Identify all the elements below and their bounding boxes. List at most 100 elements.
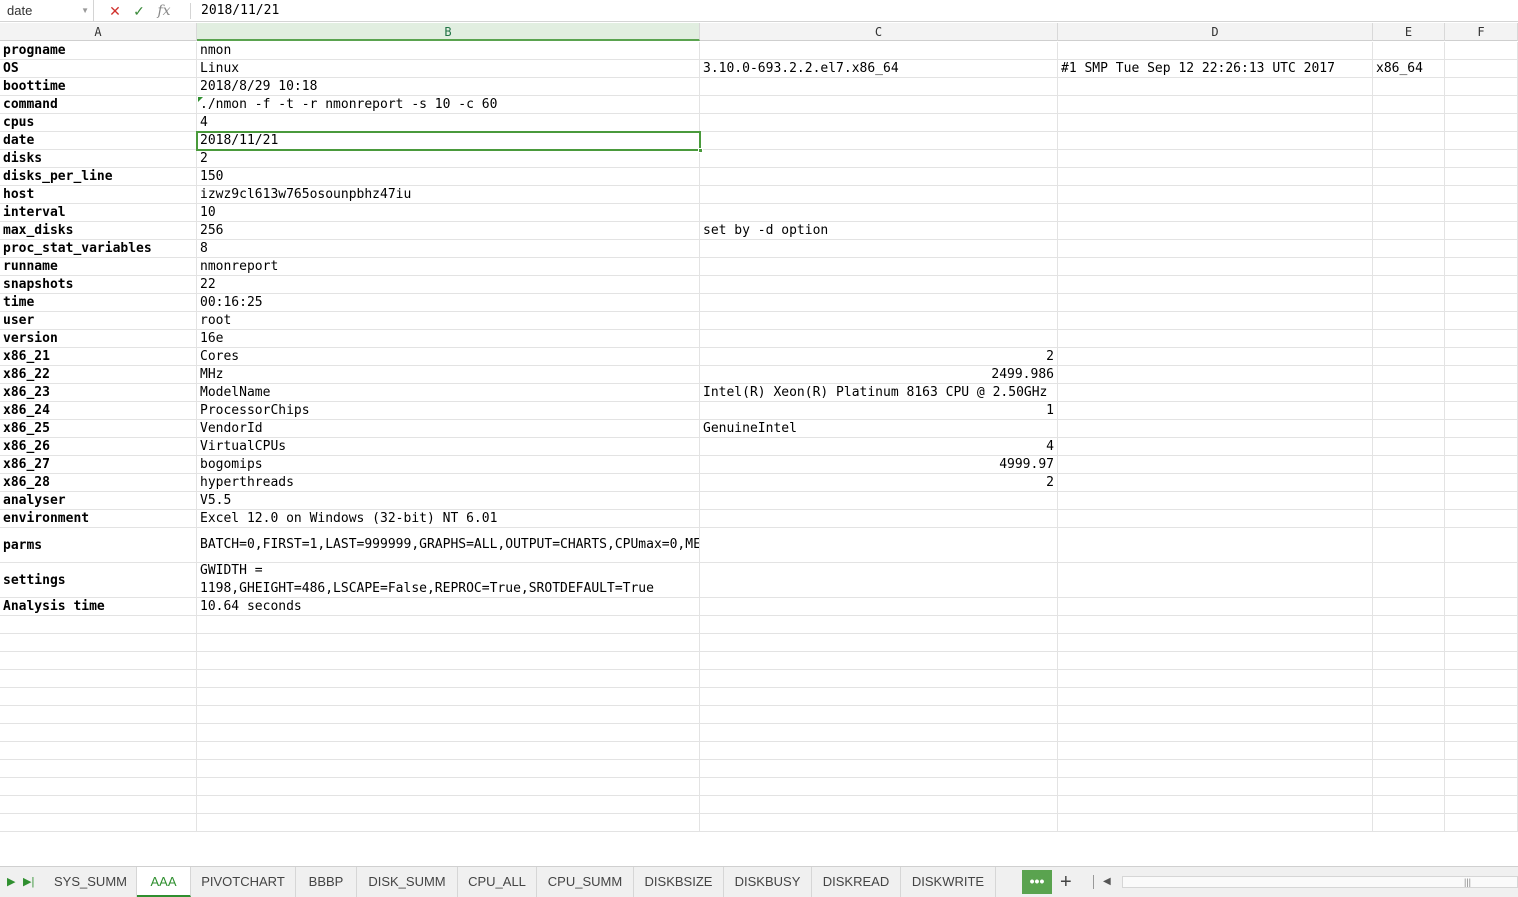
cell-a[interactable]: x86_26 bbox=[0, 438, 197, 455]
empty-cell[interactable] bbox=[0, 670, 197, 687]
cell-d[interactable] bbox=[1058, 456, 1373, 473]
cell-f[interactable] bbox=[1445, 204, 1518, 221]
cell-b[interactable]: V5.5 bbox=[197, 492, 700, 509]
cell-e[interactable] bbox=[1373, 528, 1445, 562]
empty-cell[interactable] bbox=[1445, 652, 1518, 669]
tab-pivotchart[interactable]: PIVOTCHART bbox=[191, 867, 296, 897]
cell-b[interactable]: BATCH=0,FIRST=1,LAST=999999,GRAPHS=ALL,O… bbox=[197, 528, 700, 562]
cell-d[interactable] bbox=[1058, 186, 1373, 203]
cell-e[interactable] bbox=[1373, 384, 1445, 401]
empty-cell[interactable] bbox=[0, 724, 197, 741]
cell-a[interactable]: snapshots bbox=[0, 276, 197, 293]
cell-d[interactable] bbox=[1058, 384, 1373, 401]
cell-b[interactable]: VendorId bbox=[197, 420, 700, 437]
cell-f[interactable] bbox=[1445, 294, 1518, 311]
cell-e[interactable] bbox=[1373, 132, 1445, 149]
empty-cell[interactable] bbox=[1058, 616, 1373, 633]
cell-f[interactable] bbox=[1445, 563, 1518, 597]
cell-b[interactable]: ./nmon -f -t -r nmonreport -s 10 -c 60 bbox=[197, 96, 700, 113]
empty-cell[interactable] bbox=[197, 688, 700, 705]
cell-c[interactable] bbox=[700, 492, 1058, 509]
cell-c[interactable] bbox=[700, 240, 1058, 257]
empty-cell[interactable] bbox=[1445, 724, 1518, 741]
add-sheet-button[interactable]: + bbox=[1060, 867, 1072, 897]
empty-cell[interactable] bbox=[197, 634, 700, 651]
cell-b[interactable]: ModelName bbox=[197, 384, 700, 401]
cell-f[interactable] bbox=[1445, 420, 1518, 437]
cell-c[interactable]: 2499.986 bbox=[700, 366, 1058, 383]
empty-cell[interactable] bbox=[0, 742, 197, 759]
cell-d[interactable] bbox=[1058, 563, 1373, 597]
cell-f[interactable] bbox=[1445, 42, 1518, 59]
cell-a[interactable]: cpus bbox=[0, 114, 197, 131]
cell-f[interactable] bbox=[1445, 258, 1518, 275]
cell-f[interactable] bbox=[1445, 528, 1518, 562]
cell-c[interactable] bbox=[700, 168, 1058, 185]
tab-cpu-all[interactable]: CPU_ALL bbox=[458, 867, 537, 897]
cell-b[interactable]: 2018/8/29 10:18 bbox=[197, 78, 700, 95]
cell-a[interactable]: time bbox=[0, 294, 197, 311]
empty-cell[interactable] bbox=[1445, 616, 1518, 633]
cell-a[interactable]: settings bbox=[0, 563, 197, 597]
cell-d[interactable] bbox=[1058, 492, 1373, 509]
cell-f[interactable] bbox=[1445, 60, 1518, 77]
empty-cell[interactable] bbox=[0, 796, 197, 813]
cell-d[interactable] bbox=[1058, 78, 1373, 95]
tab-diskbsize[interactable]: DISKBSIZE bbox=[634, 867, 724, 897]
empty-cell[interactable] bbox=[1058, 652, 1373, 669]
error-indicator-icon[interactable] bbox=[198, 97, 203, 102]
empty-cell[interactable] bbox=[1058, 634, 1373, 651]
empty-cell[interactable] bbox=[1058, 742, 1373, 759]
cell-e[interactable] bbox=[1373, 312, 1445, 329]
cell-f[interactable] bbox=[1445, 456, 1518, 473]
cell-c[interactable] bbox=[700, 114, 1058, 131]
cell-f[interactable] bbox=[1445, 384, 1518, 401]
cell-a[interactable]: disks_per_line bbox=[0, 168, 197, 185]
cell-e[interactable] bbox=[1373, 474, 1445, 491]
cell-c[interactable] bbox=[700, 150, 1058, 167]
empty-cell[interactable] bbox=[1373, 616, 1445, 633]
cell-e[interactable] bbox=[1373, 510, 1445, 527]
chevron-down-icon[interactable]: ▼ bbox=[81, 0, 89, 22]
cell-c[interactable]: 2 bbox=[700, 348, 1058, 365]
next-sheet-icon[interactable]: ▶ bbox=[7, 867, 15, 897]
cell-f[interactable] bbox=[1445, 312, 1518, 329]
empty-cell[interactable] bbox=[1058, 778, 1373, 795]
insert-function-icon[interactable]: fx bbox=[155, 0, 173, 22]
empty-cell[interactable] bbox=[197, 652, 700, 669]
tab-diskread[interactable]: DISKREAD bbox=[812, 867, 901, 897]
tab-sys-summ[interactable]: SYS_SUMM bbox=[45, 867, 137, 897]
empty-cell[interactable] bbox=[197, 760, 700, 777]
cell-b[interactable]: bogomips bbox=[197, 456, 700, 473]
cell-f[interactable] bbox=[1445, 474, 1518, 491]
cell-d[interactable] bbox=[1058, 294, 1373, 311]
cell-d[interactable] bbox=[1058, 168, 1373, 185]
cell-b[interactable]: GWIDTH = 1198,GHEIGHT=486,LSCAPE=False,R… bbox=[197, 563, 700, 597]
cell-e[interactable] bbox=[1373, 150, 1445, 167]
cell-a[interactable]: date bbox=[0, 132, 197, 149]
cell-e[interactable] bbox=[1373, 438, 1445, 455]
cell-b[interactable]: MHz bbox=[197, 366, 700, 383]
cell-c[interactable]: set by -d option bbox=[700, 222, 1058, 239]
empty-cell[interactable] bbox=[197, 742, 700, 759]
cell-e[interactable] bbox=[1373, 492, 1445, 509]
tab-diskbusy[interactable]: DISKBUSY bbox=[724, 867, 812, 897]
cell-b[interactable]: nmonreport bbox=[197, 258, 700, 275]
cell-e[interactable] bbox=[1373, 402, 1445, 419]
cell-c[interactable] bbox=[700, 132, 1058, 149]
empty-cell[interactable] bbox=[1058, 670, 1373, 687]
cell-f[interactable] bbox=[1445, 150, 1518, 167]
cell-c[interactable] bbox=[700, 294, 1058, 311]
empty-cell[interactable] bbox=[700, 724, 1058, 741]
name-box[interactable]: date ▼ bbox=[0, 0, 94, 22]
cell-c[interactable] bbox=[700, 598, 1058, 615]
cell-a[interactable]: proc_stat_variables bbox=[0, 240, 197, 257]
empty-cell[interactable] bbox=[0, 760, 197, 777]
cell-c[interactable] bbox=[700, 312, 1058, 329]
tab-cpu-summ[interactable]: CPU_SUMM bbox=[537, 867, 634, 897]
cell-e[interactable] bbox=[1373, 348, 1445, 365]
empty-cell[interactable] bbox=[0, 688, 197, 705]
cell-c[interactable]: 3.10.0-693.2.2.el7.x86_64 bbox=[700, 60, 1058, 77]
empty-cell[interactable] bbox=[700, 670, 1058, 687]
cell-a[interactable]: version bbox=[0, 330, 197, 347]
